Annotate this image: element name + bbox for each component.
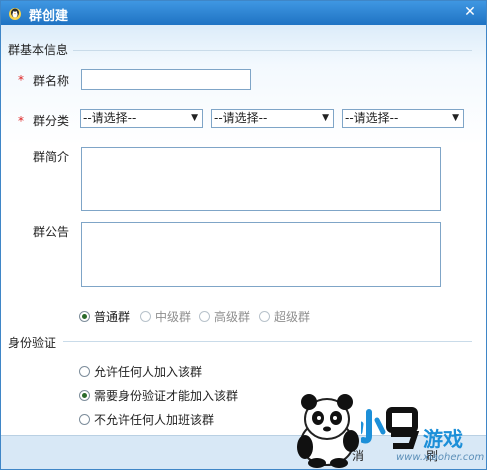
group-name-input[interactable] bbox=[81, 69, 251, 90]
panda-mascot-icon bbox=[297, 394, 359, 468]
section-auth: 身份验证 bbox=[8, 336, 57, 350]
radio-icon bbox=[140, 311, 151, 322]
group-name-label: 群名称 bbox=[33, 74, 70, 88]
radio-icon bbox=[79, 414, 90, 425]
dropdown-arrow-icon: ▼ bbox=[191, 113, 198, 123]
auth-option-label: 允许任何人加入该群 bbox=[94, 365, 203, 379]
group-intro-textarea[interactable] bbox=[81, 147, 441, 211]
category-select-3-value: --请选择-- bbox=[345, 111, 399, 125]
group-type-label: 高级群 bbox=[214, 310, 251, 324]
auth-option-label: 不允许任何人加班该群 bbox=[94, 413, 215, 427]
form-area: 群基本信息 * 群名称 * 群分类 --请选择-- ▼ --请选择-- ▼ --… bbox=[1, 25, 486, 435]
category-select-1[interactable]: --请选择-- ▼ bbox=[80, 109, 203, 128]
dropdown-arrow-icon: ▼ bbox=[452, 113, 459, 123]
section-divider bbox=[63, 341, 472, 342]
title-bar[interactable]: 群创建 ✕ bbox=[1, 1, 486, 25]
section-divider bbox=[73, 50, 472, 51]
radio-icon bbox=[259, 311, 270, 322]
group-type-normal-radio[interactable]: 普通群 bbox=[79, 308, 130, 325]
category-select-1-value: --请选择-- bbox=[83, 111, 137, 125]
window-title: 群创建 bbox=[29, 9, 69, 24]
required-marker: * bbox=[18, 114, 24, 128]
category-select-2-value: --请选择-- bbox=[214, 111, 268, 125]
dropdown-arrow-icon: ▼ bbox=[322, 113, 329, 123]
group-notice-textarea[interactable] bbox=[81, 222, 441, 287]
site-logo-icon: 游戏 bbox=[361, 407, 463, 451]
group-category-label: 群分类 bbox=[33, 114, 70, 128]
group-type-mid-radio[interactable]: 中级群 bbox=[140, 308, 191, 325]
group-notice-label: 群公告 bbox=[33, 225, 70, 239]
section-basic-info: 群基本信息 bbox=[8, 43, 69, 57]
group-type-label: 超级群 bbox=[274, 310, 311, 324]
watermark-site: www.xiaoher.com bbox=[396, 452, 485, 463]
qq-penguin-icon bbox=[9, 8, 21, 20]
auth-deny-all-radio[interactable]: 不允许任何人加班该群 bbox=[79, 411, 214, 428]
group-create-dialog: 群创建 ✕ 群基本信息 * 群名称 * 群分类 --请选择-- ▼ --请选择-… bbox=[0, 0, 487, 470]
group-type-label: 普通群 bbox=[94, 310, 131, 324]
radio-selected-icon bbox=[79, 311, 90, 322]
category-select-3[interactable]: --请选择-- ▼ bbox=[342, 109, 464, 128]
auth-allow-anyone-radio[interactable]: 允许任何人加入该群 bbox=[79, 363, 202, 380]
group-type-high-radio[interactable]: 高级群 bbox=[199, 308, 250, 325]
close-icon: ✕ bbox=[464, 4, 476, 20]
category-select-2[interactable]: --请选择-- ▼ bbox=[211, 109, 334, 128]
radio-icon bbox=[79, 366, 90, 377]
radio-selected-icon bbox=[79, 390, 90, 401]
radio-icon bbox=[199, 311, 210, 322]
close-button[interactable]: ✕ bbox=[462, 4, 478, 20]
group-intro-label: 群简介 bbox=[33, 150, 70, 164]
group-type-label: 中级群 bbox=[155, 310, 192, 324]
auth-option-label: 需要身份验证才能加入该群 bbox=[94, 389, 239, 403]
group-type-super-radio[interactable]: 超级群 bbox=[259, 308, 310, 325]
required-marker: * bbox=[18, 73, 24, 87]
auth-require-verify-radio[interactable]: 需要身份验证才能加入该群 bbox=[79, 387, 238, 404]
watermark-text: 游戏 bbox=[423, 427, 463, 451]
